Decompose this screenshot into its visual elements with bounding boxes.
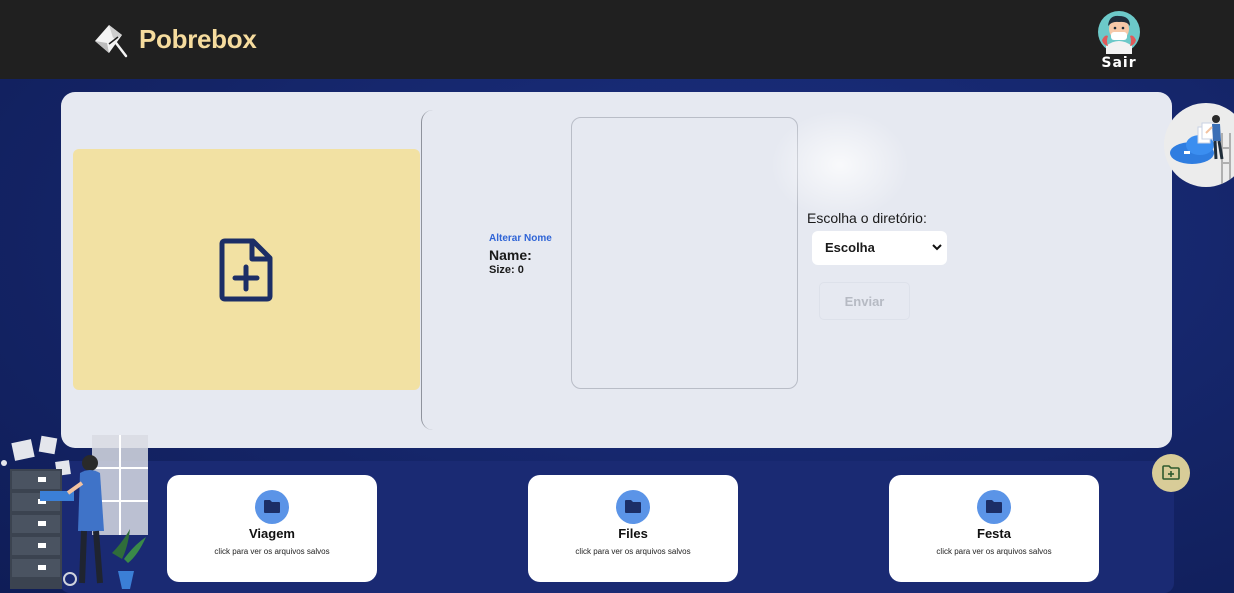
folder-icon [255, 490, 289, 524]
directory-label: Escolha o diretório: [807, 210, 927, 226]
folder-plus-icon [1162, 465, 1180, 480]
new-folder-button[interactable] [1152, 454, 1190, 492]
file-preview [571, 117, 798, 389]
folder-hint: click para ver os arquivos salvos [214, 547, 330, 556]
file-name-label: Name: [489, 247, 532, 263]
file-size-label: Size: 0 [489, 264, 524, 276]
archive-illustration [1, 435, 148, 589]
folder-icon [977, 490, 1011, 524]
folder-name: Festa [977, 526, 1011, 541]
directory-select[interactable]: Escolha [812, 231, 947, 265]
rename-link[interactable]: Alterar Nome [489, 233, 552, 244]
chevron-down-icon [932, 244, 942, 251]
folder-card-viagem[interactable]: Viagem click para ver os arquivos salvos [167, 475, 377, 582]
decorative-glow [770, 110, 910, 220]
logo-icon [95, 25, 128, 58]
directory-select-value: Escolha [825, 240, 875, 255]
folder-icon [616, 490, 650, 524]
folder-hint: click para ver os arquivos salvos [575, 547, 691, 556]
brand-name[interactable]: Pobrebox [139, 24, 257, 55]
folder-name: Files [618, 526, 648, 541]
folder-name: Viagem [248, 526, 295, 541]
logout-link[interactable]: Sair [1100, 55, 1138, 71]
section-divider [421, 110, 433, 430]
user-avatar[interactable] [1097, 10, 1141, 54]
folder-card-files[interactable]: Files click para ver os arquivos salvos [528, 475, 738, 582]
file-plus-icon[interactable] [219, 238, 274, 302]
folder-hint: click para ver os arquivos salvos [936, 547, 1052, 556]
send-button[interactable]: Enviar [819, 282, 910, 320]
folder-card-festa[interactable]: Festa click para ver os arquivos salvos [889, 475, 1099, 582]
